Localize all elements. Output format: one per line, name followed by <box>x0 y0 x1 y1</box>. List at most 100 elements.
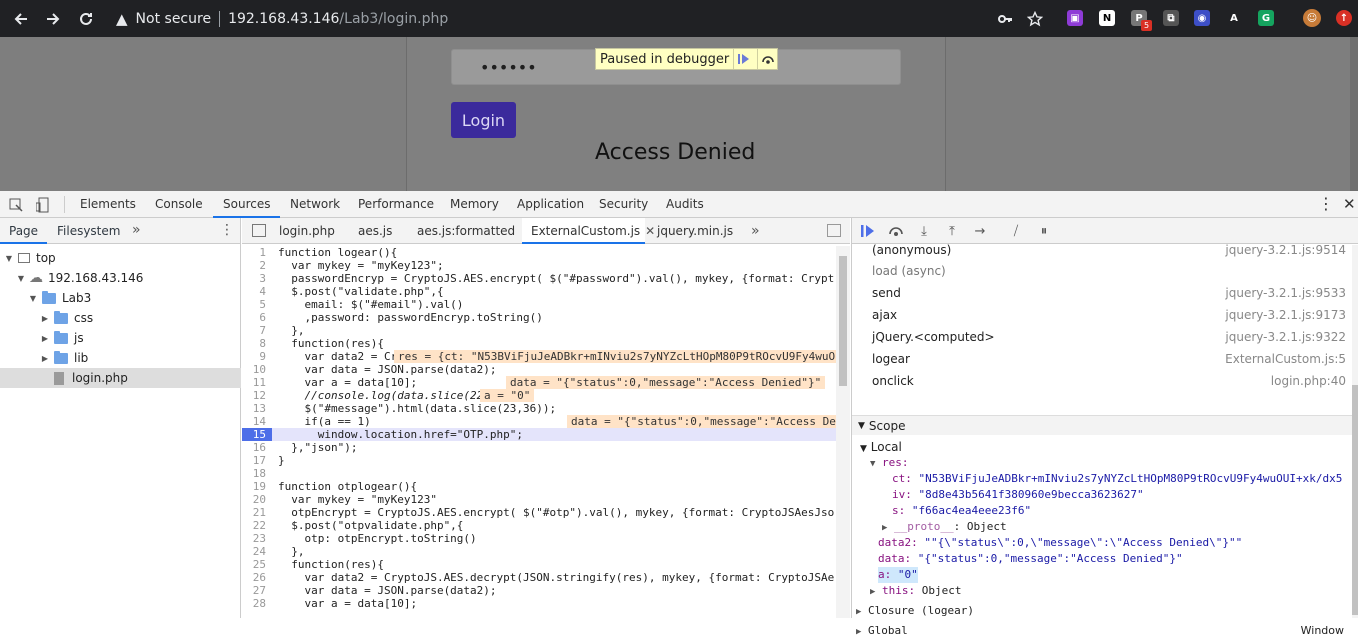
reload-icon[interactable] <box>73 6 99 32</box>
var-proto[interactable]: ▶ __proto__: Object <box>882 519 1007 535</box>
line-number[interactable]: 19 <box>242 480 272 493</box>
line-number[interactable]: 16 <box>242 441 272 454</box>
close-devtools-icon[interactable]: ✕ <box>1343 191 1356 218</box>
editor-tab[interactable]: aes.js <box>358 218 392 244</box>
tree-item-js[interactable]: ▶ js <box>0 328 241 348</box>
line-number[interactable]: 11 <box>242 376 272 389</box>
code-line[interactable]: 3 passwordEncryp = CryptoJS.AES.encrypt(… <box>242 272 836 285</box>
editor-tab[interactable]: aes.js:formatted <box>417 218 515 244</box>
code-line[interactable]: 19 function otplogear(){ <box>242 480 836 493</box>
vpn-extension-icon[interactable]: ◉ <box>1194 10 1210 26</box>
notion-icon[interactable]: N <box>1099 10 1115 26</box>
forward-icon[interactable] <box>40 6 66 32</box>
tab-sources[interactable]: Sources <box>213 191 281 218</box>
step-into-button[interactable]: ⤓ <box>916 223 932 239</box>
call-frame[interactable]: load (async) <box>852 260 1352 282</box>
tab-security[interactable]: Security <box>599 191 648 218</box>
editor-tab[interactable]: login.php <box>279 218 335 244</box>
tab-page[interactable]: Page <box>0 218 48 244</box>
tab-performance[interactable]: Performance <box>358 191 434 218</box>
tab-memory[interactable]: Memory <box>450 191 499 218</box>
code-line[interactable]: 13 $("#message").html(data.slice(23,36))… <box>242 402 836 415</box>
sidebar-scrollbar[interactable] <box>1352 245 1358 618</box>
tree-item-lib[interactable]: ▶ lib <box>0 348 241 368</box>
tab-elements[interactable]: Elements <box>80 191 136 218</box>
navigator-menu-icon[interactable]: ⋮ <box>220 218 234 244</box>
local-scope[interactable]: ▼ Local <box>860 439 902 455</box>
var-res[interactable]: ▼ res: <box>870 455 909 471</box>
code-line[interactable]: 20 var mykey = "myKey123" <box>242 493 836 506</box>
tab-application[interactable]: Application <box>517 191 584 218</box>
code-line[interactable]: 6 ,password: passwordEncryp.toString() <box>242 311 836 324</box>
line-number[interactable]: 25 <box>242 558 272 571</box>
code-line[interactable]: 10 var data = JSON.parse(data2); <box>242 363 836 376</box>
deactivate-breakpoints-icon[interactable]: ⧸ <box>1008 223 1024 239</box>
code-line[interactable]: 28 var a = data[10]; <box>242 597 836 610</box>
star-icon[interactable] <box>1022 6 1048 32</box>
back-icon[interactable] <box>8 6 34 32</box>
line-number[interactable]: 14 <box>242 415 272 428</box>
tab-audits[interactable]: Audits <box>666 191 704 218</box>
tree-item-top[interactable]: ▼ top <box>0 248 241 268</box>
tree-item-css[interactable]: ▶ css <box>0 308 241 328</box>
tab-console[interactable]: Console <box>155 191 203 218</box>
line-number[interactable]: 4 <box>242 285 272 298</box>
address-bar[interactable]: ▲ Not secure 192.168.43.146/Lab3/login.p… <box>110 5 1310 32</box>
line-number[interactable]: 26 <box>242 571 272 584</box>
code-line[interactable]: 4 $.post("validate.php",{ <box>242 285 836 298</box>
key-icon[interactable] <box>992 6 1018 32</box>
line-number[interactable]: 18 <box>242 467 272 480</box>
more-tabs-icon[interactable]: » <box>132 218 141 244</box>
scope-header[interactable]: ▼ Scope <box>852 415 1352 435</box>
code-line[interactable]: 12 //console.log(data.slice(22,37)); <box>242 389 836 402</box>
line-number[interactable]: 12 <box>242 389 272 402</box>
code-line[interactable]: 25 function(res){ <box>242 558 836 571</box>
line-number[interactable]: 15 <box>242 428 272 441</box>
call-frame[interactable]: logear ExternalCustom.js:5 <box>852 348 1352 370</box>
code-line[interactable]: 15 window.location.href="OTP.php"; <box>242 428 836 441</box>
pause-on-exceptions-icon[interactable]: ⏸ <box>1036 223 1052 239</box>
login-button[interactable]: Login <box>451 102 516 138</box>
tab-network[interactable]: Network <box>290 191 340 218</box>
tree-item-login[interactable]: login.php <box>0 368 241 388</box>
editor-tab-active[interactable]: ExternalCustom.js ✕ <box>522 218 655 244</box>
editor-scrollbar[interactable] <box>836 246 850 618</box>
line-number[interactable]: 7 <box>242 324 272 337</box>
step-out-button[interactable]: ⤒ <box>944 223 960 239</box>
step-over-button[interactable] <box>888 223 904 239</box>
line-number[interactable]: 21 <box>242 506 272 519</box>
call-frame[interactable]: onclick login.php:40 <box>852 370 1352 392</box>
toggle-debugger-icon[interactable] <box>827 224 841 237</box>
scroll-thumb[interactable] <box>1352 385 1358 615</box>
close-tab-icon[interactable]: ✕ <box>645 224 655 238</box>
line-number[interactable]: 6 <box>242 311 272 324</box>
grammarly-icon[interactable]: G <box>1258 10 1274 26</box>
update-icon[interactable]: ↑ <box>1336 10 1352 26</box>
line-number[interactable]: 5 <box>242 298 272 311</box>
line-number[interactable]: 28 <box>242 597 272 610</box>
more-editor-tabs-icon[interactable]: » <box>751 218 760 244</box>
line-number[interactable]: 20 <box>242 493 272 506</box>
code-line[interactable]: 27 var data = JSON.parse(data2); <box>242 584 836 597</box>
code-line[interactable]: 22 $.post("otpvalidate.php",{ <box>242 519 836 532</box>
more-options-icon[interactable]: ⋮ <box>1318 191 1334 218</box>
closure-scope[interactable]: ▶ Closure (logear) <box>856 603 974 619</box>
inspect-icon[interactable] <box>9 198 23 215</box>
toggle-navigator-icon[interactable] <box>252 224 266 237</box>
font-extension-icon[interactable]: A <box>1226 10 1242 26</box>
line-number[interactable]: 13 <box>242 402 272 415</box>
line-number[interactable]: 22 <box>242 519 272 532</box>
line-number[interactable]: 9 <box>242 350 272 363</box>
line-number[interactable]: 10 <box>242 363 272 376</box>
resume-button[interactable] <box>860 223 876 239</box>
extension-icon[interactable]: ▣ <box>1067 10 1083 26</box>
line-number[interactable]: 24 <box>242 545 272 558</box>
line-number[interactable]: 27 <box>242 584 272 597</box>
line-number[interactable]: 23 <box>242 532 272 545</box>
tree-item-lab3[interactable]: ▼ Lab3 <box>0 288 241 308</box>
avatar[interactable]: ☺ <box>1303 9 1321 27</box>
tab-filesystem[interactable]: Filesystem <box>57 218 120 244</box>
code-line[interactable]: 17} <box>242 454 836 467</box>
copy-extension-icon[interactable]: ⧉ <box>1163 10 1179 26</box>
resume-icon[interactable] <box>733 49 753 69</box>
